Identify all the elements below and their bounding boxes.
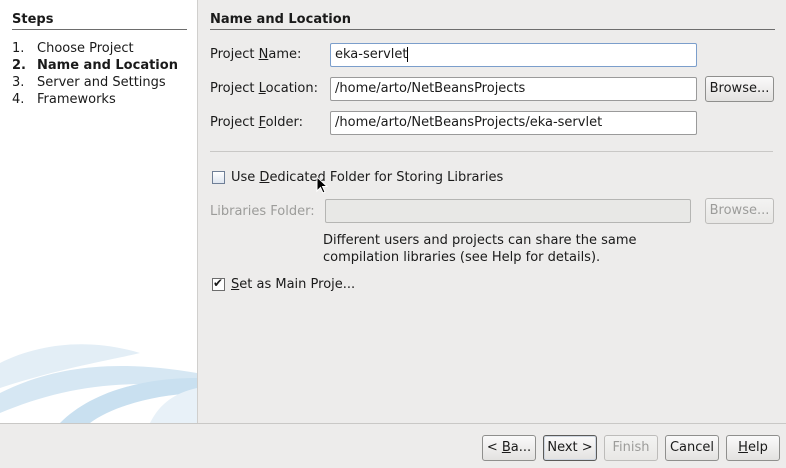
step-choose-project: 1. Choose Project — [12, 41, 134, 56]
panel-title-divider — [210, 29, 775, 30]
decorative-swoosh — [0, 344, 197, 423]
dedicated-folder-checkbox[interactable] — [212, 171, 225, 184]
panel-title: Name and Location — [210, 12, 351, 27]
libraries-folder-label: Libraries Folder: — [210, 204, 315, 219]
back-button[interactable]: < Ba... — [482, 435, 536, 461]
step-number: 1. — [12, 41, 25, 56]
main-project-checkbox[interactable]: ✔ — [212, 276, 225, 291]
step-label: Choose Project — [37, 41, 134, 56]
help-button[interactable]: Help — [726, 435, 780, 461]
project-folder-label: Project Folder: — [210, 115, 303, 130]
project-location-input[interactable]: /home/arto/NetBeansProjects — [330, 77, 697, 101]
mouse-pointer-icon — [316, 176, 328, 194]
next-button[interactable]: Next > — [543, 435, 597, 461]
project-folder-input[interactable]: /home/arto/NetBeansProjects/eka-servlet — [330, 111, 697, 135]
dedicated-folder-label[interactable]: Use Dedicated Folder for Storing Librari… — [231, 170, 503, 185]
libraries-folder-input[interactable] — [325, 199, 691, 223]
libraries-help-text: Different users and projects can share t… — [323, 233, 637, 265]
steps-title: Steps — [12, 12, 54, 27]
project-location-label: Project Location: — [210, 81, 318, 96]
button-bar-divider — [0, 423, 786, 424]
checkmark-icon: ✔ — [213, 276, 224, 290]
step-label: Name and Location — [37, 58, 178, 73]
step-number: 3. — [12, 75, 25, 90]
step-number: 2. — [12, 58, 26, 73]
browse-location-button[interactable]: Browse... — [705, 76, 774, 102]
steps-panel: Steps 1. Choose Project 2. Name and Locati… — [0, 0, 197, 423]
step-name-and-location: 2. Name and Location — [12, 58, 178, 73]
step-frameworks: 4. Frameworks — [12, 92, 116, 107]
step-label: Frameworks — [37, 92, 116, 107]
finish-button[interactable]: Finish — [604, 435, 658, 461]
panel-separator — [197, 0, 198, 423]
project-name-input[interactable]: eka-servlet — [330, 43, 697, 67]
step-number: 4. — [12, 92, 25, 107]
project-name-label: Project Name: — [210, 47, 302, 62]
section-divider — [210, 151, 773, 152]
text-caret — [407, 47, 409, 62]
step-server-and-settings: 3. Server and Settings — [12, 75, 166, 90]
steps-divider — [12, 29, 187, 30]
step-label: Server and Settings — [37, 75, 166, 90]
browse-libraries-button[interactable]: Browse... — [705, 198, 774, 224]
main-project-label[interactable]: Set as Main Proje... — [231, 277, 355, 292]
cancel-button[interactable]: Cancel — [665, 435, 719, 461]
